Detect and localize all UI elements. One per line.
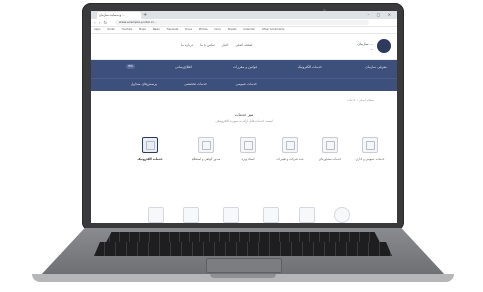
top-links: صفحه اصلی اخبار تماس با ما درباره ما xyxy=(181,43,258,47)
envelope-icon[interactable] xyxy=(223,207,239,223)
section-title: میز خدمات xyxy=(234,112,254,117)
language-toggle[interactable]: EN xyxy=(126,64,135,69)
document-icon xyxy=(240,137,256,153)
top-link[interactable]: تماس با ما xyxy=(200,43,215,47)
browser-tabbar: وب‌سایت سازمان ... + – ▢ ✕ xyxy=(91,11,397,19)
online-service-icon xyxy=(142,137,158,153)
folder-icon xyxy=(362,137,378,153)
service-card-label: ثبت شرکت و تغییرات xyxy=(276,157,304,161)
service-card-label: صدور گواهی و استعلام xyxy=(191,157,221,161)
window-controls[interactable]: – ▢ ✕ xyxy=(367,12,394,17)
bookmark-item[interactable]: Apps xyxy=(94,28,100,31)
laptop: وب‌سایت سازمان ... + – ▢ ✕ ‹ › ↻ www.exa… xyxy=(0,0,483,292)
breadcrumb[interactable]: صفحه اصلی / خدمات xyxy=(347,98,374,102)
service-card[interactable]: خدمات عمومی و اداری xyxy=(353,137,387,175)
sub-nav-item[interactable]: خدمات عمومی xyxy=(236,82,257,86)
laptop-notch xyxy=(210,274,276,278)
certificate-icon xyxy=(198,137,214,153)
top-link[interactable]: اخبار xyxy=(222,43,229,47)
trackpad xyxy=(206,258,282,273)
main-nav: EN معرفی سازمان خدمات الکترونیک قوانین و… xyxy=(91,60,397,78)
bookmark-item[interactable]: Maps xyxy=(139,28,146,31)
site-header: سازمان ... ... صفحه اصلی اخبار تماس با م… xyxy=(91,34,397,60)
browser-nav-buttons[interactable]: ‹ › ↻ xyxy=(94,20,108,25)
bookmark-item[interactable]: Drive xyxy=(185,28,192,31)
box-icon[interactable] xyxy=(148,207,164,223)
main-nav-item[interactable]: قوانین و مقررات xyxy=(233,65,257,69)
link-icon[interactable] xyxy=(183,207,199,223)
consult-icon xyxy=(322,137,338,153)
globe-icon[interactable] xyxy=(299,207,315,223)
sub-nav-item[interactable]: پرسش‌های متداول xyxy=(131,82,157,86)
bookmark-item[interactable]: Calendar xyxy=(243,28,255,31)
bookmark-item[interactable]: Sheets xyxy=(228,28,237,31)
top-link[interactable]: صفحه اصلی xyxy=(236,43,253,47)
service-card[interactable]: صدور گواهی و استعلام xyxy=(189,137,223,175)
logo-line-2: ... xyxy=(369,47,373,51)
bookmark-item[interactable]: Translate xyxy=(167,28,179,31)
sub-nav-item[interactable]: خدمات تخصصی xyxy=(184,82,207,86)
service-card-label: خدمات الکترونیک xyxy=(137,157,163,161)
service-card[interactable]: ثبت شرکت و تغییرات xyxy=(273,137,307,175)
service-card-label: اسناد ویژه xyxy=(241,157,255,161)
bookmark-item[interactable]: YouTube xyxy=(122,28,133,31)
bookmark-item[interactable]: News xyxy=(153,28,160,31)
service-card-active[interactable]: خدمات الکترونیک xyxy=(133,137,167,175)
browser-tab[interactable]: وب‌سایت سازمان ... xyxy=(97,12,141,19)
screen: وب‌سایت سازمان ... + – ▢ ✕ ‹ › ↻ www.exa… xyxy=(91,11,397,223)
main-nav-item[interactable]: معرفی سازمان xyxy=(365,65,387,69)
register-icon xyxy=(282,137,298,153)
service-card-label: خدمات مشاوره‌ای xyxy=(318,157,342,161)
bookmark-item[interactable]: Gmail xyxy=(107,28,115,31)
bookmark-item[interactable]: Docs xyxy=(214,28,220,31)
sub-nav: خدمات عمومی خدمات تخصصی پرسش‌های متداول xyxy=(91,78,397,91)
paper-icon[interactable] xyxy=(263,207,279,223)
site-logo-text: سازمان ... ... xyxy=(357,42,373,52)
site-logo-icon[interactable] xyxy=(377,39,391,53)
top-link[interactable]: درباره ما xyxy=(181,43,193,47)
main-nav-item[interactable]: خدمات الکترونیک xyxy=(298,65,322,69)
bookmarks-bar: Apps Gmail YouTube Maps News Translate D… xyxy=(91,27,397,34)
target-icon[interactable] xyxy=(334,207,350,223)
laptop-base xyxy=(32,228,454,284)
section-subtitle: لیست خدمات قابل ارائه به صورت الکترونیکی xyxy=(215,119,273,123)
new-tab-button[interactable]: + xyxy=(143,12,147,18)
url-input[interactable]: www.example-portal.ir/... xyxy=(115,20,369,25)
address-bar-row: ‹ › ↻ www.example-portal.ir/... xyxy=(91,19,397,27)
bookmark-item[interactable]: Photos xyxy=(199,28,208,31)
keyboard-keys-bottom xyxy=(94,242,392,256)
service-card[interactable]: اسناد ویژه xyxy=(231,137,265,175)
service-card[interactable]: خدمات مشاوره‌ای xyxy=(313,137,347,175)
main-nav-item[interactable]: اطلاع‌رسانی xyxy=(175,65,192,69)
service-card-label: خدمات عمومی و اداری xyxy=(355,157,385,161)
bookmark-item[interactable]: Other bookmarks xyxy=(262,28,285,31)
